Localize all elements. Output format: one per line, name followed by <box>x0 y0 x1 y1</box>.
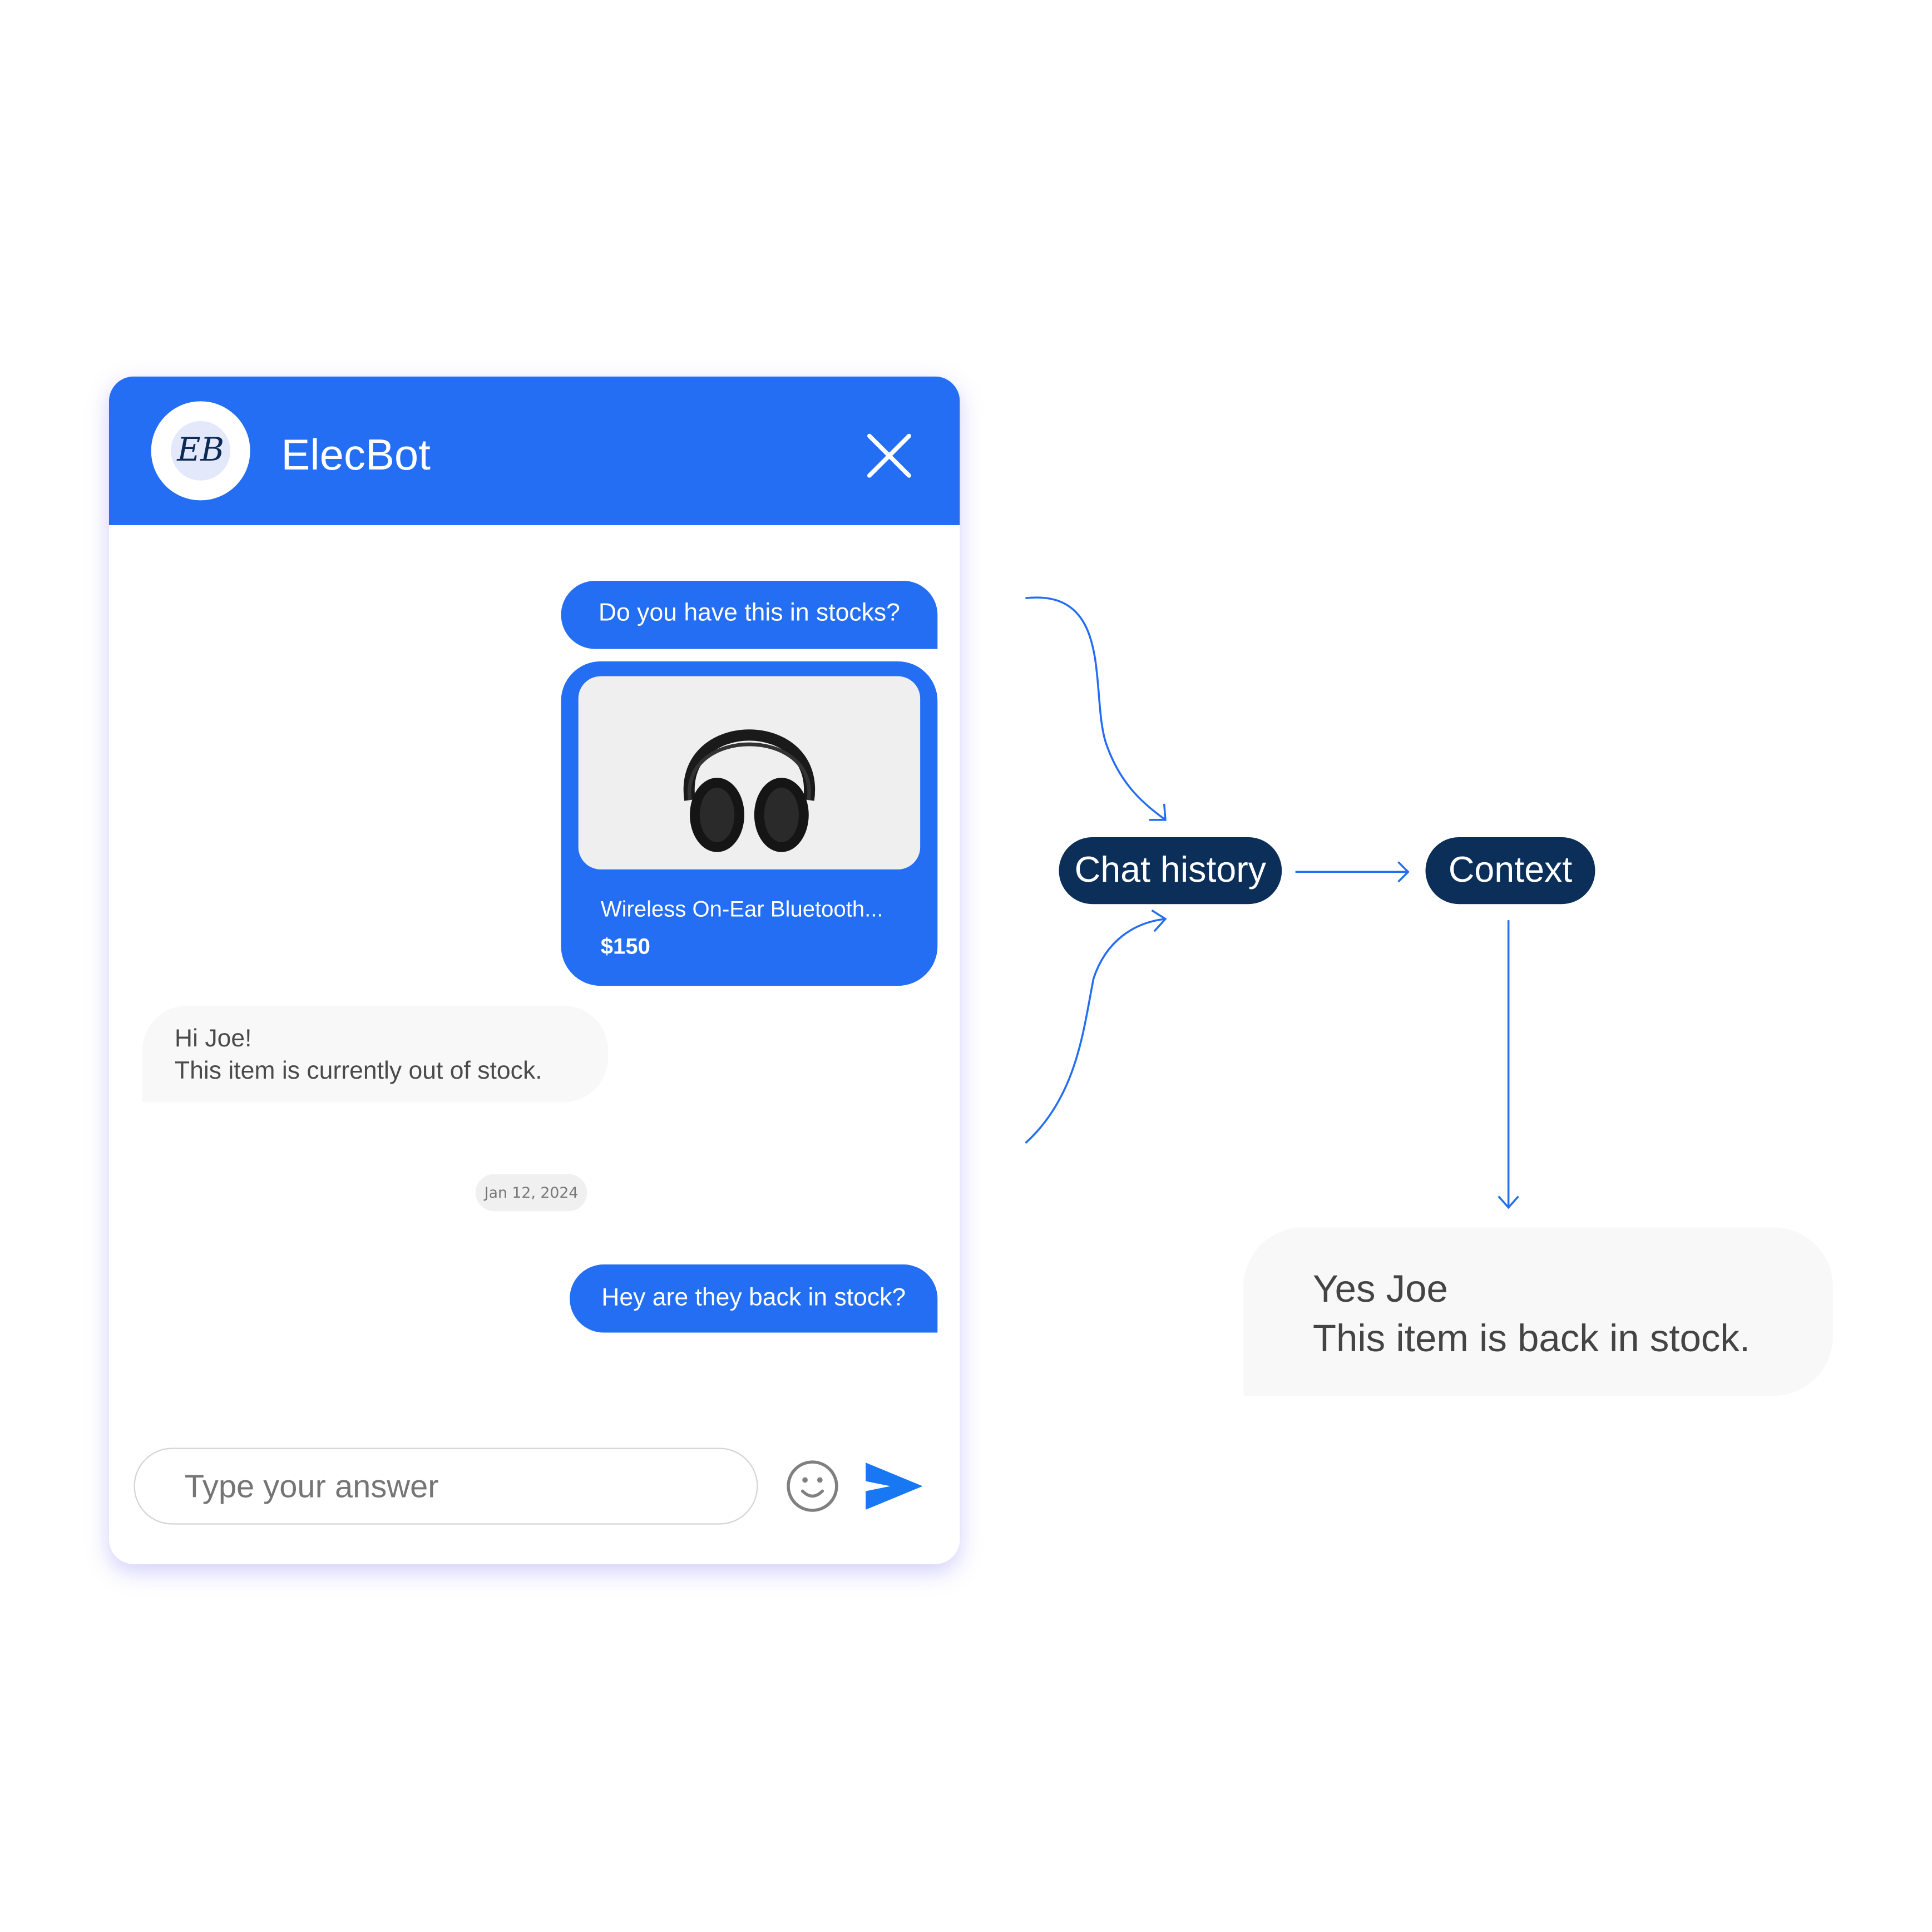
node-chat-history: Chat history <box>1059 837 1282 905</box>
arrow-question1-to-history <box>1025 596 1167 821</box>
answer-line: This item is back in stock. <box>1312 1316 1751 1360</box>
answer-bubble: Yes Joe This item is back in stock. <box>1243 1227 1833 1396</box>
answer-line: Yes Joe <box>1312 1267 1448 1311</box>
arrow-question2-to-history <box>1025 918 1166 1144</box>
flow-arrows <box>1025 596 1519 1209</box>
node-context: Context <box>1425 837 1595 905</box>
stage: EB ElecBot Do you have this in stocks? W… <box>0 0 1932 1932</box>
